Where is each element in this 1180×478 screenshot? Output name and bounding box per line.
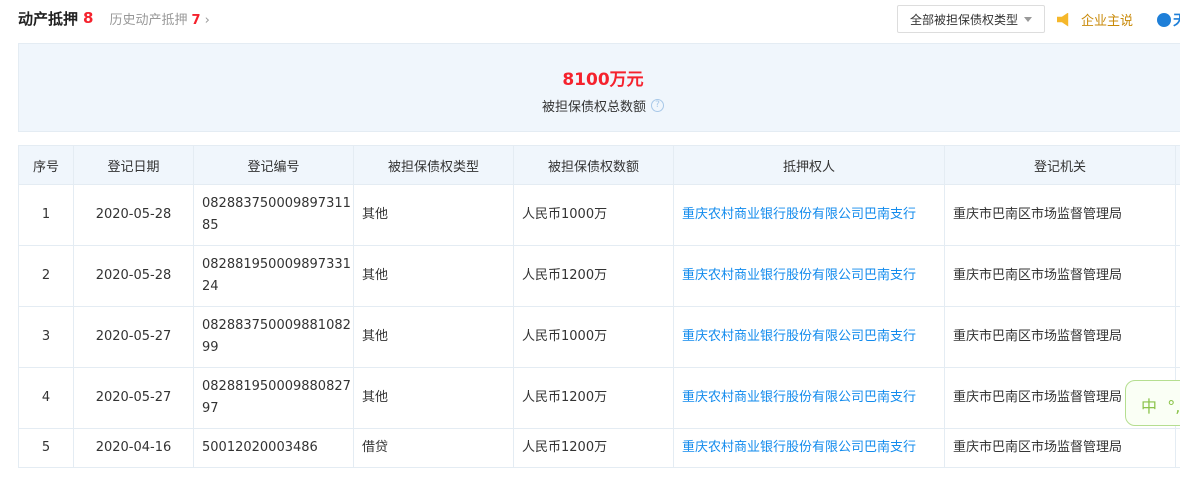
cell-authority: 重庆市巴南区市场监督管理局 [944,306,1176,368]
cell-type: 借贷 [353,428,514,468]
cell-reg: 082881950009880827 97 [193,367,354,429]
history-count: 7 [191,12,201,28]
cell-type: 其他 [353,367,514,429]
column-header: 登记日期 [73,145,194,185]
cell-authority: 重庆市巴南区市场监督管理局 [944,428,1176,468]
section-header: 动产抵押 8 历史动产抵押 7 › [18,8,210,28]
table-row: 5 2020-04-16 50012020003486 借贷 人民币1200万 重庆农村商… [18,428,1180,468]
cell-no: 1 [18,184,74,246]
cell-amount: 人民币1200万 [513,245,674,307]
cell-holder[interactable]: 重庆农村商业银行股份有限公司巴南支行 [673,306,945,368]
cell-type: 其他 [353,306,514,368]
cell-no: 3 [18,306,74,368]
filter-value: 全部被担保债权类型 [910,12,1019,27]
cell-reg: 082883750009897311 85 [193,184,354,246]
help-icon[interactable]: ? [651,99,664,112]
enterprise-say-button[interactable]: 企业主说 [1057,10,1133,29]
ime-mode: 中 [1141,397,1158,416]
ime-indicator[interactable]: 中 °, [1125,380,1180,426]
brand-logo-icon [1157,13,1171,27]
cell-extra [1175,428,1180,468]
brand-label: 天 [1173,10,1180,30]
cell-no: 2 [18,245,74,307]
column-header-extra [1175,145,1180,185]
mortgage-table: 序号 登记日期 登记编号 被担保债权类型 被担保债权数额 抵押权人 登记机关 1 2020-0… [18,145,1180,468]
cell-no: 5 [18,428,74,468]
chevron-right-icon: › [204,12,210,28]
cell-date: 2020-04-16 [73,428,194,468]
caret-down-icon [1024,16,1033,22]
cell-date: 2020-05-28 [73,184,194,246]
brand-link[interactable]: 天 [1157,10,1180,30]
cell-amount: 人民币1000万 [513,306,674,368]
section-count: 8 [83,9,94,27]
cell-amount: 人民币1200万 [513,367,674,429]
cell-reg: 082881950009897331 24 [193,245,354,307]
debt-type-filter[interactable]: 全部被担保债权类型 [897,5,1045,33]
cell-holder[interactable]: 重庆农村商业银行股份有限公司巴南支行 [673,428,945,468]
cell-date: 2020-05-27 [73,306,194,368]
section-title: 动产抵押 [18,9,79,28]
cell-amount: 人民币1000万 [513,184,674,246]
history-link[interactable]: 历史动产抵押 7 › [109,9,209,28]
history-label: 历史动产抵押 [109,12,188,28]
cell-amount: 人民币1200万 [513,428,674,468]
table-row: 2 2020-05-28 082881950009897331 24 其他 人民币120… [18,245,1180,307]
total-amount: 8100万元 [562,70,644,90]
cell-reg: 082883750009881082 99 [193,306,354,368]
cell-type: 其他 [353,184,514,246]
column-header: 被担保债权数额 [513,145,674,185]
column-header: 抵押权人 [673,145,945,185]
column-header: 序号 [18,145,74,185]
cell-holder[interactable]: 重庆农村商业银行股份有限公司巴南支行 [673,367,945,429]
cell-date: 2020-05-28 [73,245,194,307]
cell-extra [1175,245,1180,307]
column-header: 登记机关 [944,145,1176,185]
column-header: 登记编号 [193,145,354,185]
summary-box: 8100万元 被担保债权总数额? [18,43,1180,132]
enterprise-say-label: 企业主说 [1081,14,1134,29]
cell-holder[interactable]: 重庆农村商业银行股份有限公司巴南支行 [673,245,945,307]
cell-holder[interactable]: 重庆农村商业银行股份有限公司巴南支行 [673,184,945,246]
speaker-icon [1057,12,1069,27]
table-row: 3 2020-05-27 082883750009881082 99 其他 人民币100… [18,306,1180,368]
cell-date: 2020-05-27 [73,367,194,429]
cell-reg: 50012020003486 [193,428,354,468]
cell-no: 4 [18,367,74,429]
cell-extra [1175,184,1180,246]
cell-authority: 重庆市巴南区市场监督管理局 [944,184,1176,246]
cell-type: 其他 [353,245,514,307]
ime-punct: °, [1167,397,1180,416]
total-amount-label: 被担保债权总数额 [541,100,646,115]
column-header: 被担保债权类型 [353,145,514,185]
table-row: 1 2020-05-28 082883750009897311 85 其他 人民币100… [18,184,1180,246]
table-row: 4 2020-05-27 082881950009880827 97 其他 人民币120… [18,367,1180,429]
cell-extra [1175,306,1180,368]
cell-authority: 重庆市巴南区市场监督管理局 [944,245,1176,307]
